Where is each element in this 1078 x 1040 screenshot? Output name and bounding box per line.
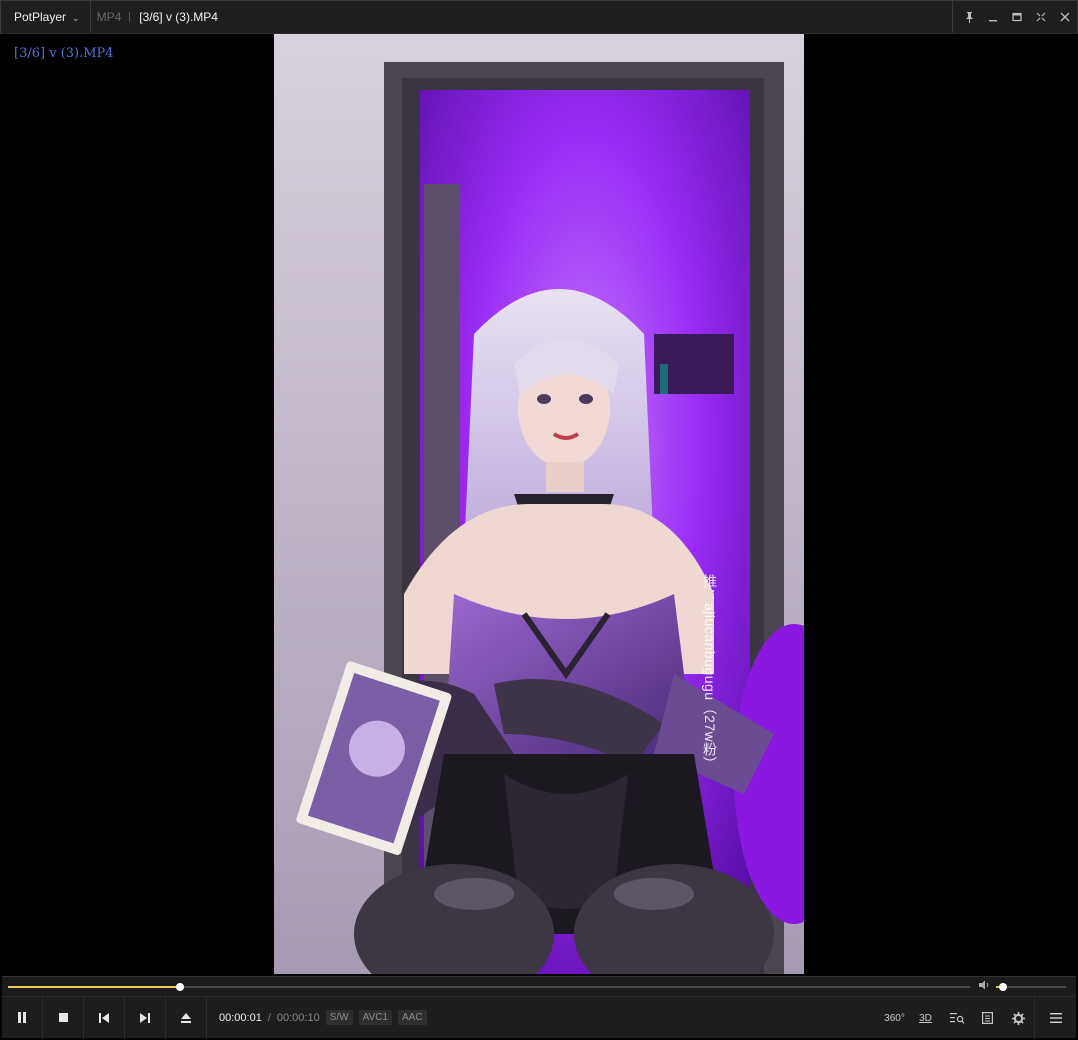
right-toolbar: 360° 3D <box>879 997 1076 1039</box>
speaker-icon[interactable] <box>978 980 990 993</box>
volume-handle[interactable] <box>999 983 1007 991</box>
stereo-3d-label: 3D <box>919 1012 932 1024</box>
minimize-icon[interactable] <box>981 5 1005 29</box>
vr-360-button[interactable]: 360° <box>879 997 910 1039</box>
next-button[interactable] <box>125 996 166 1039</box>
previous-button[interactable] <box>84 996 125 1039</box>
control-bar: 00:00:01 / 00:00:10 S/W AVC1 AAC 360° 3D <box>2 996 1076 1039</box>
stereo-3d-button[interactable]: 3D <box>910 997 941 1039</box>
video-picture <box>274 34 804 974</box>
gear-icon[interactable] <box>1003 997 1034 1039</box>
close-icon[interactable] <box>1053 5 1077 29</box>
seek-slider[interactable] <box>8 983 970 991</box>
window-controls <box>952 1 1077 33</box>
eject-icon <box>181 1012 191 1023</box>
volume-slider[interactable] <box>996 983 1066 991</box>
stop-button[interactable] <box>43 996 84 1039</box>
app-name: PotPlayer <box>14 10 67 24</box>
time-separator: / <box>267 1011 271 1024</box>
fullscreen-icon[interactable] <box>1029 5 1053 29</box>
total-time: 00:00:10 <box>276 1011 320 1024</box>
title-divider <box>129 12 131 22</box>
video-codec-badge[interactable]: AVC1 <box>358 1010 392 1025</box>
window-title: [3/6] v (3).MP4 <box>139 10 218 24</box>
next-icon <box>140 1012 150 1023</box>
previous-icon <box>99 1012 109 1023</box>
seek-progress <box>8 986 181 988</box>
maximize-icon[interactable] <box>1005 5 1029 29</box>
stop-icon <box>58 1013 68 1022</box>
pin-icon[interactable] <box>957 5 981 29</box>
pause-button[interactable] <box>2 996 43 1039</box>
renderer-badge[interactable]: S/W <box>325 1010 353 1025</box>
app-menu-button[interactable]: PotPlayer ⌄ <box>1 1 91 33</box>
video-frame[interactable] <box>274 34 804 974</box>
seek-handle[interactable] <box>176 983 185 991</box>
pause-icon <box>18 1012 26 1023</box>
chevron-down-icon: ⌄ <box>72 12 80 23</box>
format-label: MP4 <box>96 10 122 24</box>
playlist-search-icon[interactable] <box>941 997 972 1039</box>
video-watermark: 推：ajiucanbugugu（27w粉） <box>702 574 718 772</box>
audio-codec-badge[interactable]: AAC <box>398 1010 427 1025</box>
seek-bar-area <box>2 976 1076 996</box>
osd-filename: [3/6] v (3).MP4 <box>14 46 114 61</box>
hamburger-menu-icon[interactable] <box>1034 997 1076 1039</box>
title-bar: PotPlayer ⌄ MP4 [3/6] v (3).MP4 <box>0 0 1078 34</box>
current-time: 00:00:01 <box>219 1011 262 1024</box>
eject-button[interactable] <box>166 996 207 1039</box>
vr-360-label: 360° <box>884 1012 905 1024</box>
chapter-list-icon[interactable] <box>972 997 1003 1039</box>
